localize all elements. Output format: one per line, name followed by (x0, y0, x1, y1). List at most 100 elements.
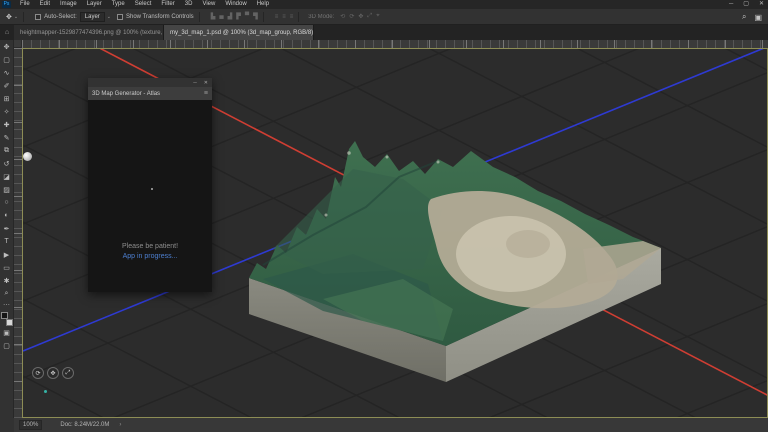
zoom-3d-icon[interactable]: ⌖ (376, 13, 379, 20)
dialog-body: Please be patient! App in progress... (88, 100, 212, 292)
window-minimize-icon[interactable]: ─ (729, 0, 733, 9)
lasso-icon: ∿ (3, 69, 10, 77)
menu-select[interactable]: Select (130, 0, 157, 9)
brush-tool[interactable]: ✎ (0, 131, 14, 144)
align-center-icon[interactable]: ▄ (219, 13, 223, 20)
align-bottom-icon[interactable]: ▜ (253, 13, 258, 20)
eyedropper-tool[interactable]: ✧ (0, 105, 14, 118)
distribute-spacing-icon[interactable]: ≡ (290, 14, 294, 20)
app-in-progress-text: App in progress... (122, 253, 178, 260)
brush-icon: ✎ (3, 134, 10, 142)
eraser-tool[interactable]: ◪ (0, 170, 14, 183)
dodge-tool[interactable]: ◐ (0, 209, 14, 222)
align-top-icon[interactable]: ▛ (236, 13, 241, 20)
document-tab-bar: ⌂ heightmapper-1529877474396.png @ 100% … (0, 25, 768, 40)
gradient-tool[interactable]: ▨ (0, 183, 14, 196)
menu-layer[interactable]: Layer (82, 0, 107, 9)
tool-preset-caret-icon[interactable]: ⌄ (14, 14, 18, 20)
align-middle-icon[interactable]: ▀ (245, 13, 249, 20)
show-transform-checkbox[interactable] (116, 13, 123, 20)
menu-image[interactable]: Image (55, 0, 82, 9)
photoshop-logo-icon: Ps (2, 1, 11, 8)
distribute-vertical-icon[interactable]: ≡ (275, 14, 279, 20)
menu-window[interactable]: Window (220, 0, 251, 9)
path-selection-tool[interactable]: ▶ (0, 248, 14, 261)
hand-icon: ✱ (3, 277, 10, 285)
zoom-level-field[interactable]: 100% (19, 420, 43, 430)
toolbar-footer (0, 418, 14, 432)
orbit-3d-icon[interactable]: ⟲ (340, 13, 345, 20)
status-menu-arrow-icon[interactable]: › (119, 422, 121, 428)
auto-select-caret-icon[interactable]: ⌄ (107, 14, 111, 20)
map-generator-dialog: ─ ✕ 3D Map Generator - Atlas ≡ Please be… (88, 78, 212, 292)
progress-dot (151, 188, 153, 190)
terrain-3d-model[interactable] (249, 141, 661, 382)
tab-my-3d-map[interactable]: my_3d_map_1.psd @ 100% (3d_map_group, RG… (164, 25, 314, 40)
rectangle-tool[interactable]: ▭ (0, 261, 14, 274)
align-left-icon[interactable]: ▙ (211, 13, 216, 20)
quick-mask-button[interactable]: ▣ (0, 326, 14, 339)
pan-camera-icon[interactable]: ✥ (47, 367, 59, 379)
move-icon: ✥ (3, 43, 10, 51)
move-tool[interactable]: ✥ (0, 40, 14, 53)
pan-3d-icon[interactable]: ✥ (358, 13, 363, 20)
menu-view[interactable]: View (197, 0, 220, 9)
dolly-camera-icon[interactable]: ⤢ (62, 367, 74, 379)
history-brush-icon: ↺ (3, 160, 10, 168)
edit-toolbar-button[interactable]: ⋯ (0, 300, 14, 310)
spot-healing-icon: ✚ (3, 121, 10, 129)
tab-label: heightmapper-1529877474396.png @ 100% (t… (20, 29, 163, 36)
color-swatches[interactable] (0, 312, 13, 326)
menu-help[interactable]: Help (252, 0, 274, 9)
orbit-camera-icon[interactable]: ⟳ (32, 367, 44, 379)
search-icon[interactable]: ⌕ (742, 12, 746, 22)
marquee-icon: ▢ (3, 56, 10, 64)
zoom-tool[interactable]: ⌕ (0, 287, 14, 300)
dialog-close-icon[interactable]: ✕ (204, 80, 208, 86)
window-close-icon[interactable]: ✕ (759, 0, 764, 9)
dialog-title: 3D Map Generator - Atlas (92, 90, 161, 97)
window-maximize-icon[interactable]: ▢ (743, 0, 749, 9)
menu-edit[interactable]: Edit (35, 0, 55, 9)
blur-tool[interactable]: ○ (0, 196, 14, 209)
background-color-swatch[interactable] (5, 319, 13, 326)
spot-healing-tool[interactable]: ✚ (0, 118, 14, 131)
quick-selection-tool[interactable]: ✐ (0, 79, 14, 92)
slide-3d-icon[interactable]: ⤢ (367, 13, 372, 20)
home-icon[interactable]: ⌂ (0, 25, 14, 40)
menu-type[interactable]: Type (107, 0, 130, 9)
screen-mode-button[interactable]: ▢ (0, 339, 14, 352)
workspace-switcher-icon[interactable]: ▣ (754, 13, 762, 22)
pen-icon: ✒ (3, 225, 10, 233)
light-source-widget[interactable] (23, 152, 32, 161)
camera-controls: ⟳ ✥ ⤢ (32, 367, 74, 379)
crop-icon: ⊞ (3, 95, 10, 103)
roll-3d-icon[interactable]: ⟳ (349, 13, 354, 20)
lasso-tool[interactable]: ∿ (0, 66, 14, 79)
auto-select-dropdown[interactable]: Layer (79, 11, 105, 22)
history-brush-tool[interactable]: ↺ (0, 157, 14, 170)
patient-message: Please be patient! (121, 243, 179, 250)
status-bar: 100% Doc: 8.24M/22.0M › (14, 418, 768, 432)
ruler-corner (14, 40, 22, 48)
menu-filter[interactable]: Filter (156, 0, 179, 9)
dialog-minimize-icon[interactable]: ─ (193, 80, 197, 86)
screen-mode-icon: ▢ (3, 342, 10, 350)
auto-select-checkbox[interactable] (35, 13, 42, 20)
dialog-menu-icon[interactable]: ≡ (204, 90, 208, 97)
pen-tool[interactable]: ✒ (0, 222, 14, 235)
move-tool-icon: ✥ (6, 13, 12, 21)
type-tool[interactable]: T (0, 235, 14, 248)
tab-heightmapper[interactable]: heightmapper-1529877474396.png @ 100% (t… (14, 25, 164, 40)
menu-file[interactable]: File (15, 0, 35, 9)
marquee-tool[interactable]: ▢ (0, 53, 14, 66)
clone-stamp-tool[interactable]: ⧉ (0, 144, 14, 157)
distribute-horizontal-icon[interactable]: ≡ (282, 14, 286, 20)
menu-3d[interactable]: 3D (180, 0, 198, 9)
gradient-icon: ▨ (3, 186, 10, 194)
hand-tool[interactable]: ✱ (0, 274, 14, 287)
align-right-icon[interactable]: ▟ (228, 13, 233, 20)
crop-tool[interactable]: ⊞ (0, 92, 14, 105)
foreground-color-swatch[interactable] (0, 312, 8, 319)
vertical-ruler (14, 48, 22, 418)
